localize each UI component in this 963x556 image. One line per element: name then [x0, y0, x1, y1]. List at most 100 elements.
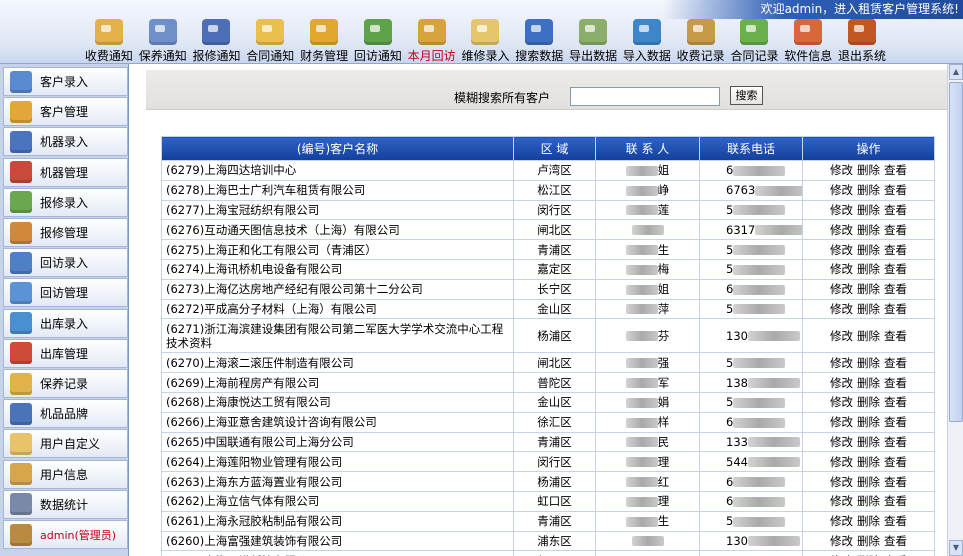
view-link[interactable]: 查看	[884, 356, 907, 370]
toolbar-button-4[interactable]: 财务管理	[297, 18, 351, 64]
sidebar-item-12[interactable]: 用户自定义	[3, 429, 128, 459]
cell-actions: 修改删除查看	[802, 318, 935, 354]
sidebar-item-3[interactable]: 机器管理	[3, 157, 128, 187]
edit-link[interactable]: 修改	[830, 356, 853, 370]
cell-phone: 5	[699, 298, 803, 320]
edit-link[interactable]: 修改	[830, 475, 853, 489]
toolbar-button-14[interactable]: 退出系统	[835, 18, 889, 64]
view-link[interactable]: 查看	[884, 329, 907, 343]
delete-link[interactable]: 删除	[857, 262, 880, 276]
view-link[interactable]: 查看	[884, 183, 907, 197]
toolbar-button-7[interactable]: 维修录入	[459, 18, 513, 64]
sidebar-item-0[interactable]: 客户录入	[3, 67, 128, 96]
delete-link[interactable]: 删除	[857, 163, 880, 177]
view-link[interactable]: 查看	[884, 534, 907, 548]
scroll-down-arrow-icon[interactable]: ▼	[949, 540, 963, 556]
search-input[interactable]	[570, 87, 720, 106]
sidebar-item-10[interactable]: 保养记录	[3, 369, 128, 398]
edit-link[interactable]: 修改	[830, 455, 853, 469]
sidebar-item-7[interactable]: 回访管理	[3, 278, 128, 308]
edit-link[interactable]: 修改	[830, 302, 853, 316]
toolbar-button-0[interactable]: 收费通知	[82, 18, 136, 64]
edit-link[interactable]: 修改	[830, 262, 853, 276]
cell-phone: 5	[699, 199, 803, 221]
delete-link[interactable]: 删除	[857, 514, 880, 528]
delete-link[interactable]: 删除	[857, 455, 880, 469]
view-link[interactable]: 查看	[884, 203, 907, 217]
delete-link[interactable]: 删除	[857, 435, 880, 449]
view-link[interactable]: 查看	[884, 302, 907, 316]
sidebar-item-13[interactable]: 用户信息	[3, 459, 128, 489]
sidebar-item-9[interactable]: 出库管理	[3, 338, 128, 368]
sidebar-item-15[interactable]: admin(管理员)	[3, 520, 128, 549]
redacted-phone-blur	[747, 457, 800, 468]
view-link[interactable]: 查看	[884, 243, 907, 257]
toolbar-button-6[interactable]: 本月回访	[405, 18, 459, 64]
view-link[interactable]: 查看	[884, 455, 907, 469]
delete-link[interactable]: 删除	[857, 376, 880, 390]
edit-link[interactable]: 修改	[830, 514, 853, 528]
view-link[interactable]: 查看	[884, 395, 907, 409]
delete-link[interactable]: 删除	[857, 494, 880, 508]
delete-link[interactable]: 删除	[857, 282, 880, 296]
edit-link[interactable]: 修改	[830, 329, 853, 343]
sidebar-item-2[interactable]: 机器录入	[3, 127, 128, 157]
view-link[interactable]: 查看	[884, 415, 907, 429]
edit-link[interactable]: 修改	[830, 163, 853, 177]
view-link[interactable]: 查看	[884, 475, 907, 489]
edit-link[interactable]: 修改	[830, 534, 853, 548]
delete-link[interactable]: 删除	[857, 475, 880, 489]
delete-link[interactable]: 删除	[857, 415, 880, 429]
delete-link[interactable]: 删除	[857, 203, 880, 217]
toolbar-button-3[interactable]: 合同通知	[243, 18, 297, 64]
view-link[interactable]: 查看	[884, 282, 907, 296]
view-link[interactable]: 查看	[884, 435, 907, 449]
edit-link[interactable]: 修改	[830, 282, 853, 296]
view-link[interactable]: 查看	[884, 262, 907, 276]
toolbar-button-5[interactable]: 回访通知	[351, 18, 405, 64]
view-link[interactable]: 查看	[884, 223, 907, 237]
view-link[interactable]: 查看	[884, 163, 907, 177]
edit-link[interactable]: 修改	[830, 415, 853, 429]
sidebar-item-6[interactable]: 回访录入	[3, 248, 128, 278]
delete-link[interactable]: 删除	[857, 395, 880, 409]
scroll-up-arrow-icon[interactable]: ▲	[949, 64, 963, 80]
search-button[interactable]: 搜索	[730, 86, 763, 105]
delete-link[interactable]: 删除	[857, 356, 880, 370]
sidebar-item-8[interactable]: 出库录入	[3, 308, 128, 338]
edit-link[interactable]: 修改	[830, 243, 853, 257]
delete-link[interactable]: 删除	[857, 302, 880, 316]
edit-link[interactable]: 修改	[830, 395, 853, 409]
sidebar-item-1[interactable]: 客户管理	[3, 97, 128, 127]
edit-link[interactable]: 修改	[830, 223, 853, 237]
delete-link[interactable]: 删除	[857, 534, 880, 548]
view-link[interactable]: 查看	[884, 514, 907, 528]
toolbar-button-13[interactable]: 软件信息	[781, 18, 835, 64]
delete-link[interactable]: 删除	[857, 243, 880, 257]
toolbar-button-9[interactable]: 导出数据	[566, 18, 620, 64]
scroll-thumb[interactable]	[949, 82, 963, 422]
sidebar-item-5[interactable]: 报修管理	[3, 218, 128, 247]
view-link[interactable]: 查看	[884, 376, 907, 390]
delete-link[interactable]: 删除	[857, 329, 880, 343]
edit-link[interactable]: 修改	[830, 494, 853, 508]
edit-link[interactable]: 修改	[830, 376, 853, 390]
view-link[interactable]: 查看	[884, 494, 907, 508]
edit-link[interactable]: 修改	[830, 203, 853, 217]
toolbar-button-8[interactable]: 搜索数据	[512, 18, 566, 64]
delete-link[interactable]: 删除	[857, 223, 880, 237]
toolbar-button-10[interactable]: 导入数据	[620, 18, 674, 64]
toolbar-button-1[interactable]: 保养通知	[136, 18, 190, 64]
sidebar-item-4[interactable]: 报修录入	[3, 187, 128, 217]
edit-link[interactable]: 修改	[830, 435, 853, 449]
edit-link[interactable]: 修改	[830, 183, 853, 197]
vertical-scrollbar[interactable]: ▲ ▼	[947, 64, 963, 556]
statistics-icon	[10, 493, 32, 516]
sidebar-item-14[interactable]: 数据统计	[3, 489, 128, 519]
sidebar-item-11[interactable]: 机品品牌	[3, 399, 128, 429]
toolbar-button-12[interactable]: 合同记录	[728, 18, 782, 64]
toolbar-button-11[interactable]: 收费记录	[674, 18, 728, 64]
phone-visible-prefix: 6	[726, 415, 734, 430]
delete-link[interactable]: 删除	[857, 183, 880, 197]
toolbar-button-2[interactable]: 报修通知	[190, 18, 244, 64]
